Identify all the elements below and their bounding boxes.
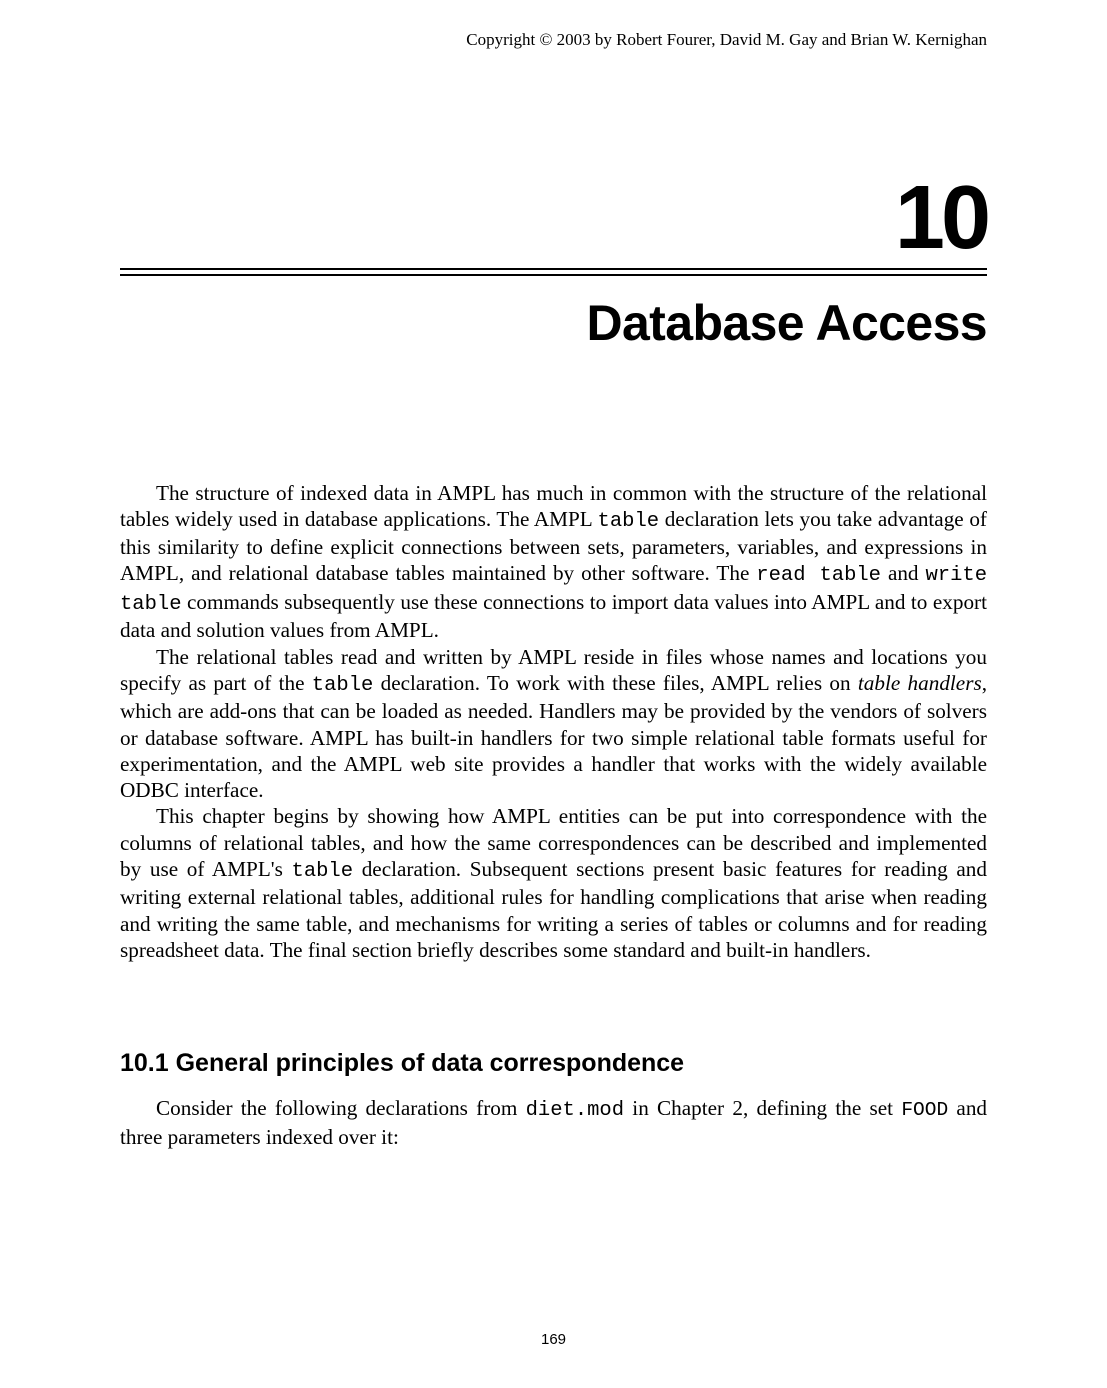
code-span: table [292, 860, 354, 883]
chapter-header: 10 Database Access [120, 176, 987, 352]
paragraph-3: This chapter begins by showing how AMPL … [120, 803, 987, 963]
page-container: Copyright © 2003 by Robert Fourer, David… [0, 0, 1107, 1388]
paragraph-1: The structure of indexed data in AMPL ha… [120, 480, 987, 644]
text-span: and [881, 561, 926, 585]
page-number: 169 [0, 1331, 1107, 1348]
text-span: in Chapter 2, defining the set [624, 1096, 901, 1120]
copyright-line: Copyright © 2003 by Robert Fourer, David… [466, 30, 987, 50]
text-span: Consider the following declarations from [156, 1096, 526, 1120]
italic-span: table handlers [858, 671, 982, 695]
body-text: The structure of indexed data in AMPL ha… [120, 480, 987, 1150]
section-paragraph-1: Consider the following declarations from… [120, 1095, 987, 1150]
code-span: table [598, 510, 660, 533]
chapter-rule [120, 268, 987, 276]
text-span: declaration. To work with these files, A… [373, 671, 858, 695]
code-span: table [312, 674, 374, 697]
paragraph-2: The relational tables read and written b… [120, 644, 987, 804]
text-span: commands subsequently use these connecti… [120, 590, 987, 642]
chapter-number: 10 [120, 176, 987, 262]
code-span: diet.mod [526, 1099, 624, 1122]
code-span: FOOD [901, 1099, 948, 1121]
section-heading: 10.1 General principles of data correspo… [120, 1048, 987, 1079]
chapter-title: Database Access [120, 294, 987, 352]
code-span: read table [756, 564, 881, 587]
